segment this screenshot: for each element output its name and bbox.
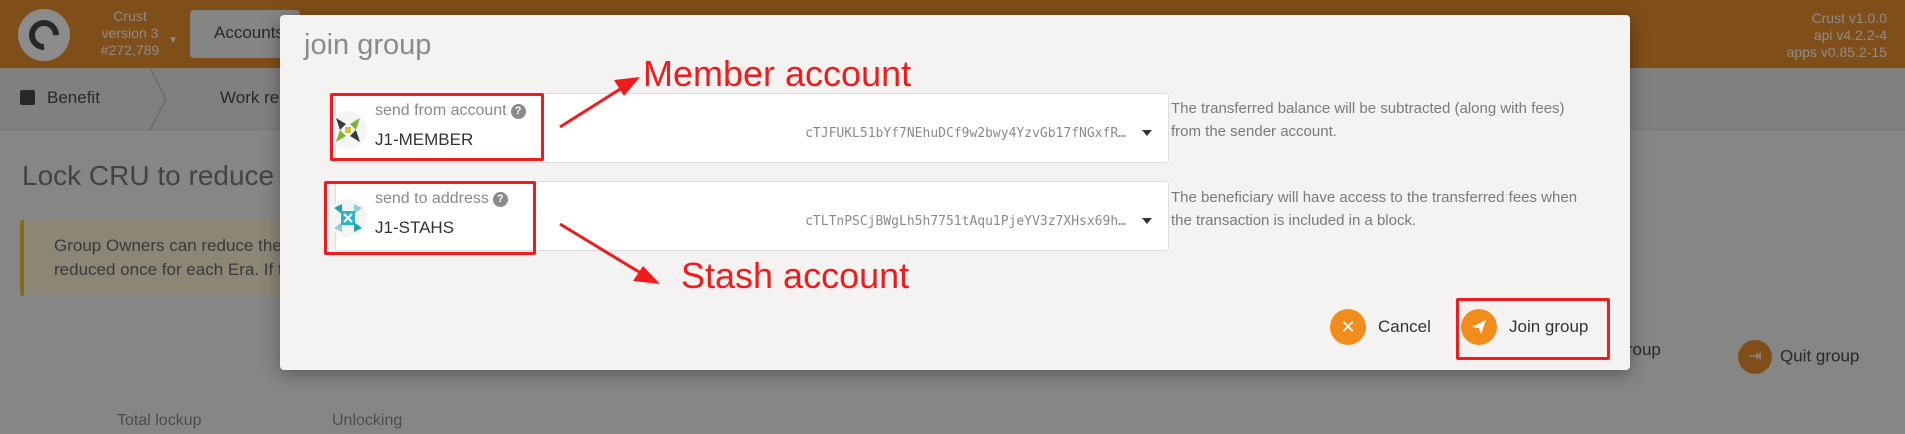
annotation-arrows bbox=[559, 77, 660, 284]
stash-account-annotation: Stash account bbox=[681, 255, 910, 296]
member-account-annotation: Member account bbox=[643, 53, 912, 94]
